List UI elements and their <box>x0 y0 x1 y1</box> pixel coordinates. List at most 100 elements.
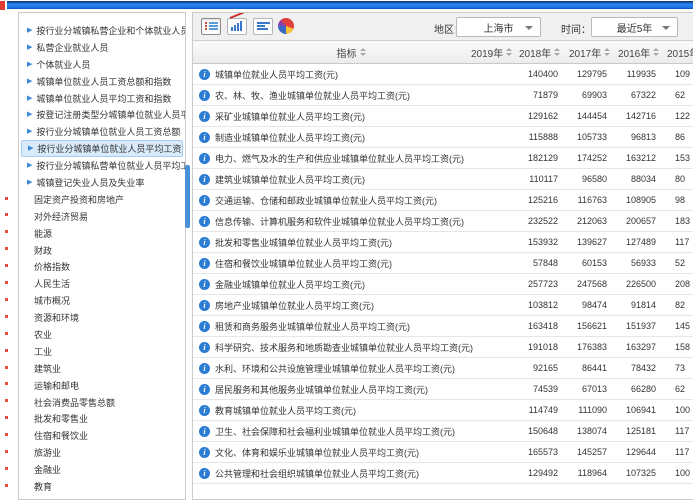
info-icon[interactable]: i <box>199 321 210 332</box>
value-cell: 129795 <box>558 69 607 79</box>
sidebar-item[interactable]: 住宿和餐饮业 <box>19 427 185 444</box>
sidebar-item[interactable]: 社会消费品零售总额 <box>19 394 185 411</box>
sidebar-scrollbar-thumb[interactable] <box>185 165 190 228</box>
info-icon[interactable]: i <box>199 90 210 101</box>
top-red-accent <box>0 1 5 10</box>
info-icon[interactable]: i <box>199 111 210 122</box>
info-icon[interactable]: i <box>199 447 210 458</box>
sidebar-item[interactable]: ▶按登记注册类型分城镇单位就业人员平均工资 <box>19 106 185 123</box>
sidebar-item[interactable]: ▶ 按行业分城镇单位就业人员工资总额 <box>19 123 185 140</box>
sidebar-item[interactable]: 科技 <box>19 495 185 500</box>
sidebar-item-selected[interactable]: ▶按行业分城镇单位就业人员平均工资 <box>21 140 183 157</box>
value-cell: 78432 <box>607 363 656 373</box>
column-header[interactable]: 2019年 <box>471 41 512 63</box>
sidebar-item[interactable]: ▶城镇单位就业人员平均工资和指数 <box>19 90 185 107</box>
sidebar-item[interactable]: 价格指数 <box>19 258 185 275</box>
info-icon[interactable]: i <box>199 342 210 353</box>
indicator-cell: i金融业城镇单位就业人员平均工资(元) <box>193 278 509 291</box>
indicator-cell: i交通运输、仓储和邮政业城镇单位就业人员平均工资(元) <box>193 194 509 207</box>
sidebar-item[interactable]: 建筑业 <box>19 360 185 377</box>
pie-chart-button[interactable] <box>277 17 297 36</box>
indicator-cell: i建筑业城镇单位就业人员平均工资(元) <box>193 173 509 186</box>
table-row: i住宿和餐饮业城镇单位就业人员平均工资(元)57848601535693352 <box>193 253 693 274</box>
info-icon[interactable]: i <box>199 426 210 437</box>
value-cell: 125181 <box>607 426 656 436</box>
region-select-value: 上海市 <box>484 20 514 35</box>
column-header[interactable]: 2018年 <box>519 41 560 63</box>
info-icon[interactable]: i <box>199 69 210 80</box>
info-icon[interactable]: i <box>199 216 210 227</box>
expand-arrow-icon: ▶ <box>27 128 32 135</box>
list-view-button[interactable] <box>201 18 221 35</box>
column-header[interactable]: 指标 <box>193 41 509 63</box>
sidebar-item[interactable]: 资源和环境 <box>19 309 185 326</box>
sidebar-item[interactable]: ▶城镇单位就业人员工资总额和指数 <box>19 73 185 90</box>
sidebar-item[interactable]: 教育 <box>19 478 185 495</box>
value-cell: 153932 <box>509 237 558 247</box>
sidebar-bullet-icon <box>5 247 8 250</box>
value-cell: 92165 <box>509 363 558 373</box>
sidebar-item[interactable]: 旅游业 <box>19 444 185 461</box>
column-chart-button[interactable] <box>227 18 247 35</box>
table-row: i水利、环境和公共设施管理业城镇单位就业人员平均工资(元)92165864417… <box>193 358 693 379</box>
info-icon[interactable]: i <box>199 384 210 395</box>
info-icon[interactable]: i <box>199 300 210 311</box>
info-icon[interactable]: i <box>199 237 210 248</box>
sidebar-item[interactable]: ▶私营企业就业人员 <box>19 39 185 56</box>
info-icon[interactable]: i <box>199 132 210 143</box>
value-cell: 127489 <box>607 237 656 247</box>
sidebar-item[interactable]: 运输和邮电 <box>19 377 185 394</box>
info-icon[interactable]: i <box>199 153 210 164</box>
value-cell: 57848 <box>509 258 558 268</box>
sidebar-item[interactable]: 农业 <box>19 326 185 343</box>
sidebar-item[interactable]: 城市概况 <box>19 292 185 309</box>
sidebar-item[interactable]: ▶城镇登记失业人员及失业率 <box>19 174 185 191</box>
info-icon[interactable]: i <box>199 258 210 269</box>
column-header[interactable]: 2015年 <box>667 41 693 63</box>
sidebar-item[interactable]: 金融业 <box>19 461 185 478</box>
value-cell: 103812 <box>509 300 558 310</box>
sidebar-item[interactable]: 固定资产投资和房地产 <box>19 191 185 208</box>
sidebar-item[interactable]: 对外经济贸易 <box>19 208 185 225</box>
table-row: i交通运输、仓储和邮政业城镇单位就业人员平均工资(元)1252161167631… <box>193 190 693 211</box>
sidebar-item[interactable]: 批发和零售业 <box>19 410 185 427</box>
value-cell: 62 <box>656 90 693 100</box>
sidebar-item[interactable]: ▶按行业分城镇私营单位就业人员平均工资 <box>19 157 185 174</box>
info-icon[interactable]: i <box>199 174 210 185</box>
sidebar-item[interactable]: 能源 <box>19 225 185 242</box>
column-header-label: 2017年 <box>569 45 601 60</box>
value-cell: 257723 <box>509 279 558 289</box>
value-cell: 114749 <box>509 405 558 415</box>
expand-arrow-icon: ▶ <box>27 61 32 68</box>
sidebar-item-label: 金融业 <box>34 463 61 476</box>
value-cell: 183 <box>656 216 693 226</box>
info-icon[interactable]: i <box>199 363 210 374</box>
time-select[interactable]: 最近5年 <box>591 17 678 37</box>
indicator-label: 房地产业城镇单位就业人员平均工资(元) <box>215 299 374 312</box>
sidebar-item[interactable]: 工业 <box>19 343 185 360</box>
column-header[interactable]: 2016年 <box>618 41 659 63</box>
sidebar-item-label: 按行业分城镇单位就业人员工资总额 <box>36 125 180 138</box>
sidebar-item[interactable]: ▶按行业分城镇私营企业和个体就业人员 <box>19 22 185 39</box>
expand-arrow-icon: ▶ <box>27 179 32 186</box>
sort-arrows-icon <box>506 48 512 56</box>
value-cell: 119935 <box>607 69 656 79</box>
sidebar-item-label: 工业 <box>34 345 52 358</box>
sidebar-item[interactable]: ▶ 个体就业人员 <box>19 56 185 73</box>
value-cell: 200657 <box>607 216 656 226</box>
sidebar-item-label: 个体就业人员 <box>36 58 90 71</box>
sidebar-item[interactable]: 财政 <box>19 242 185 259</box>
info-icon[interactable]: i <box>199 195 210 206</box>
info-icon[interactable]: i <box>199 405 210 416</box>
info-icon[interactable]: i <box>199 468 210 479</box>
column-header-label: 2018年 <box>519 45 551 60</box>
value-cell: 96813 <box>607 132 656 142</box>
column-header[interactable]: 2017年 <box>569 41 610 63</box>
bar-chart-button[interactable] <box>253 18 273 35</box>
sidebar-item-label: 按登记注册类型分城镇单位就业人员平均工资 <box>36 108 185 121</box>
column-header-label: 指标 <box>337 45 357 60</box>
region-select[interactable]: 上海市 <box>456 17 541 37</box>
sidebar-item[interactable]: 人民生活 <box>19 275 185 292</box>
indicator-label: 信息传输、计算机服务和软件业城镇单位就业人员平均工资(元) <box>215 215 464 228</box>
info-icon[interactable]: i <box>199 279 210 290</box>
